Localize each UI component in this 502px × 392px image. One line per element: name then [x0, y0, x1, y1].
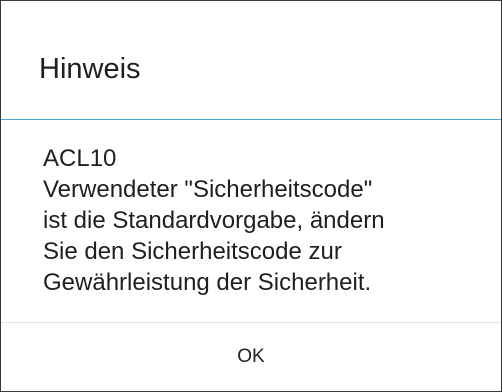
- dialog-header: Hinweis: [1, 1, 501, 120]
- notice-dialog: Hinweis ACL10 Verwendeter "Sicherheitsco…: [0, 0, 502, 392]
- message-line: Gewährleistung der Sicherheit.: [43, 269, 372, 296]
- message-line: ACL10: [43, 145, 117, 172]
- message-line: Verwendeter "Sicherheitscode": [43, 176, 373, 203]
- ok-button[interactable]: OK: [1, 323, 501, 391]
- dialog-title: Hinweis: [39, 53, 141, 85]
- dialog-message: ACL10 Verwendeter "Sicherheitscode" ist …: [43, 143, 483, 298]
- message-line: Sie den Sicherheitscode zur: [43, 238, 342, 265]
- message-line: ist die Standardvorgabe, ändern: [43, 207, 385, 234]
